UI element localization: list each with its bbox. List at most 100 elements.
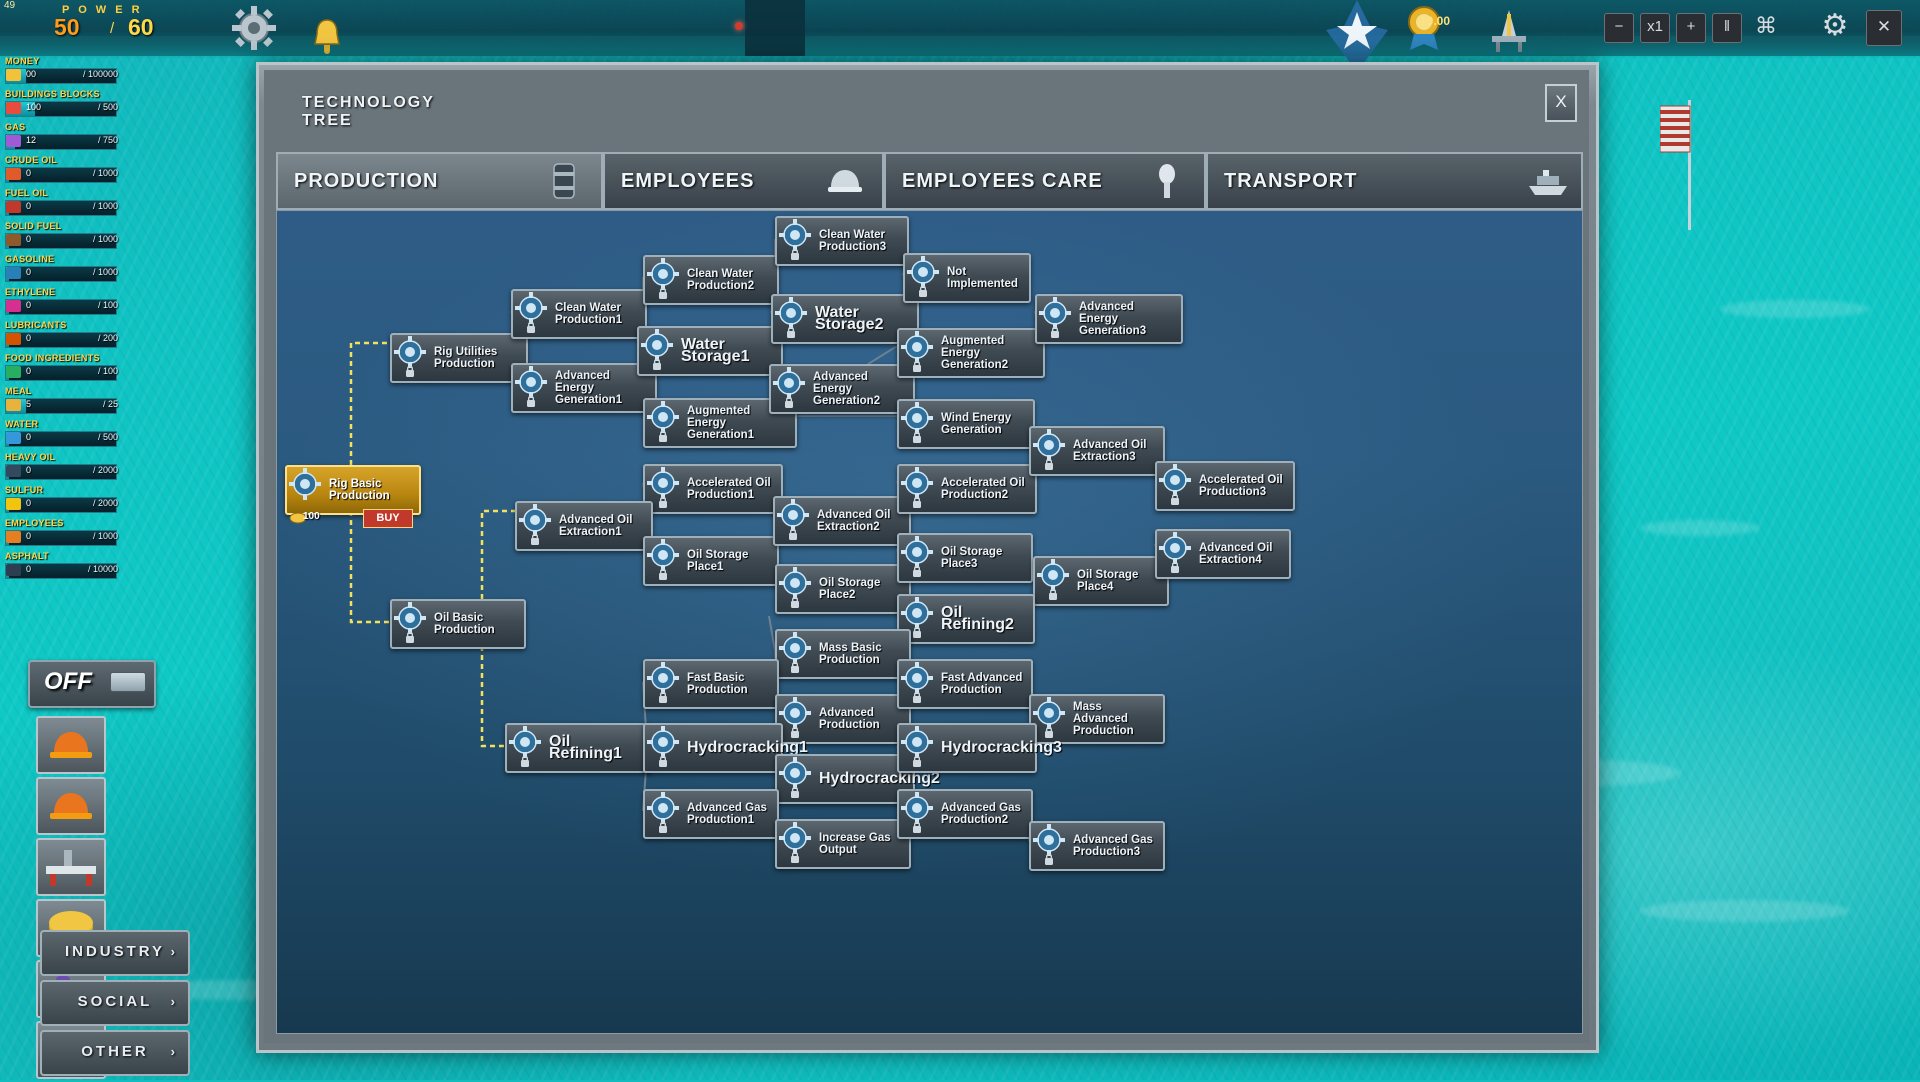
resource-values: 0/ 1000 [26,168,118,178]
tech-node-rig_util[interactable]: Rig Utilities Production [390,333,528,383]
tech-node-cw1[interactable]: Clean Water Production1 [511,289,647,339]
tech-node-hc2[interactable]: Hydrocracking2 [775,754,915,804]
off-button-label: OFF [44,668,92,696]
tech-node-advprod[interactable]: Advanced Production [775,694,911,744]
gear-icon[interactable] [232,6,276,50]
tech-node-aoe3[interactable]: Advanced Oil Extraction3 [1029,426,1165,476]
resource-name: CRUDE OIL [5,155,57,165]
tech-node-aoe4[interactable]: Advanced Oil Extraction4 [1155,529,1291,579]
power-off-button[interactable]: OFF [28,660,156,708]
tech-node-agp2[interactable]: Advanced Gas Production2 [897,789,1033,839]
tech-node-osp2[interactable]: Oil Storage Place2 [775,564,911,614]
resource-values: 0/ 1000 [26,201,118,211]
tech-node-agp3[interactable]: Advanced Gas Production3 [1029,821,1165,871]
tech-node-label: Accelerated Oil Production1 [687,466,775,512]
resource-max: / 1000 [93,531,118,541]
lock-icon [657,691,669,704]
minus-button[interactable]: − [1604,13,1634,43]
tab-production-label: PRODUCTION [294,170,438,193]
tech-node-label: Mass Basic Production [819,631,903,677]
settings-button[interactable]: ⚙ [1818,10,1852,44]
tech-node-ws1[interactable]: Water Storage1 [637,326,783,376]
resource-current: 0 [26,333,31,343]
gear-icon [647,662,679,694]
tab-employees-care[interactable]: EMPLOYEES CARE [884,152,1206,210]
pause-button[interactable]: ‖ [1712,13,1742,43]
gear-icon [641,329,673,361]
tech-node-aop3[interactable]: Accelerated Oil Production3 [1155,461,1295,511]
resource-current: 0 [26,465,31,475]
platform-icon[interactable] [1488,8,1530,52]
resource-current: 00 [26,69,36,79]
resource-current: 0 [26,300,31,310]
tech-node-auge2[interactable]: Augmented Energy Generation2 [897,328,1045,378]
tech-node-oilref1[interactable]: Oil Refining1 [505,723,651,773]
tech-tree-canvas[interactable]: Rig BasicProduction100BUY Rig Utilities P… [276,210,1583,1034]
tab-transport-label: TRANSPORT [1224,170,1357,193]
tech-node-osp1[interactable]: Oil Storage Place1 [643,536,779,586]
tech-node-aeg2[interactable]: Advanced Energy Generation2 [769,364,915,414]
tech-node-hc3[interactable]: Hydrocracking3 [897,723,1037,773]
lock-icon [651,358,663,371]
tab-production[interactable]: PRODUCTION [276,152,603,210]
tech-node-cw2[interactable]: Clean Water Production2 [643,255,779,305]
resource-icon [6,333,21,345]
network-button[interactable]: ⌘ [1752,13,1780,41]
tech-node-massadv[interactable]: Mass Advanced Production [1029,694,1165,744]
build-button-helmet-1[interactable] [36,716,106,774]
tech-node-aeg1[interactable]: Advanced Energy Generation1 [511,363,657,413]
build-button-helmet-2[interactable] [36,777,106,835]
gear-icon [901,536,933,568]
tech-node-aop1[interactable]: Accelerated Oil Production1 [643,464,783,514]
tech-node-aeg3[interactable]: Advanced Energy Generation3 [1035,294,1183,344]
close-window-button[interactable]: X [1545,84,1577,122]
resource-values: 100/ 500 [26,102,118,112]
speed-x1-button[interactable]: x1 [1640,13,1670,43]
page-title: TECHNOLOGY TREE [302,94,522,130]
gear-icon [647,792,679,824]
tab-employees[interactable]: EMPLOYEES [603,152,884,210]
tech-node-label: Oil Refining2 [941,596,1027,642]
award-badge-icon[interactable] [1400,4,1448,52]
plus-button[interactable]: + [1676,13,1706,43]
tech-node-oilref2[interactable]: Oil Refining2 [897,594,1035,644]
tech-node-igo[interactable]: Increase Gas Output [775,819,911,869]
technology-tree-window: TECHNOLOGY TREE X PRODUCTION EMPLOYEES E [256,62,1599,1053]
tech-node-cw3[interactable]: Clean Water Production3 [775,216,909,266]
resource-values: 0/ 2000 [26,498,118,508]
tech-node-agp1[interactable]: Advanced Gas Production1 [643,789,779,839]
build-button-rig-platform[interactable] [36,838,106,896]
tech-node-wind[interactable]: Wind Energy Generation [897,399,1035,449]
resource-name: SULFUR [5,485,43,495]
gear-icon [647,726,679,758]
top-hud: 49 P O W E R 50 / 60 10.00 [0,0,1920,56]
tech-node-osp4[interactable]: Oil Storage Place4 [1033,556,1169,606]
close-game-button[interactable]: ✕ [1866,10,1902,46]
lock-icon [1169,561,1181,574]
tech-node-label: Rig Utilities Production [434,335,520,381]
lock-icon [657,287,669,300]
resource-icon [6,498,21,510]
tech-node-label: Advanced Oil Extraction1 [559,503,645,549]
tech-node-aoe2[interactable]: Advanced Oil Extraction2 [773,496,911,546]
tech-node-mass1[interactable]: Mass Basic Production [775,629,911,679]
tech-node-label: Oil Refining1 [549,725,643,771]
tech-node-fastadv[interactable]: Fast Advanced Production [897,659,1033,709]
tech-node-aoe1[interactable]: Advanced Oil Extraction1 [515,501,653,551]
tech-node-osp3[interactable]: Oil Storage Place3 [897,533,1033,583]
bell-icon[interactable] [310,18,344,54]
tab-transport[interactable]: TRANSPORT [1206,152,1583,210]
tech-node-rig_basic[interactable]: Rig BasicProduction100BUY [285,465,421,515]
tech-node-oilbasic[interactable]: Oil Basic Production [390,599,526,649]
category-industry-button[interactable]: INDUSTRY › [40,930,190,976]
tech-node-aop2[interactable]: Accelerated Oil Production2 [897,464,1037,514]
category-social-button[interactable]: SOCIAL › [40,980,190,1026]
category-other-button[interactable]: OTHER › [40,1030,190,1076]
tech-node-label: Accelerated Oil Production3 [1199,463,1287,509]
tech-node-notimpl[interactable]: Not Implemented [903,253,1031,303]
resource-icon [6,300,21,312]
lock-icon [789,661,801,674]
buy-button[interactable]: BUY [363,509,413,528]
tech-node-hc1[interactable]: Hydrocracking1 [643,723,783,773]
tech-node-fast1[interactable]: Fast Basic Production [643,659,779,709]
